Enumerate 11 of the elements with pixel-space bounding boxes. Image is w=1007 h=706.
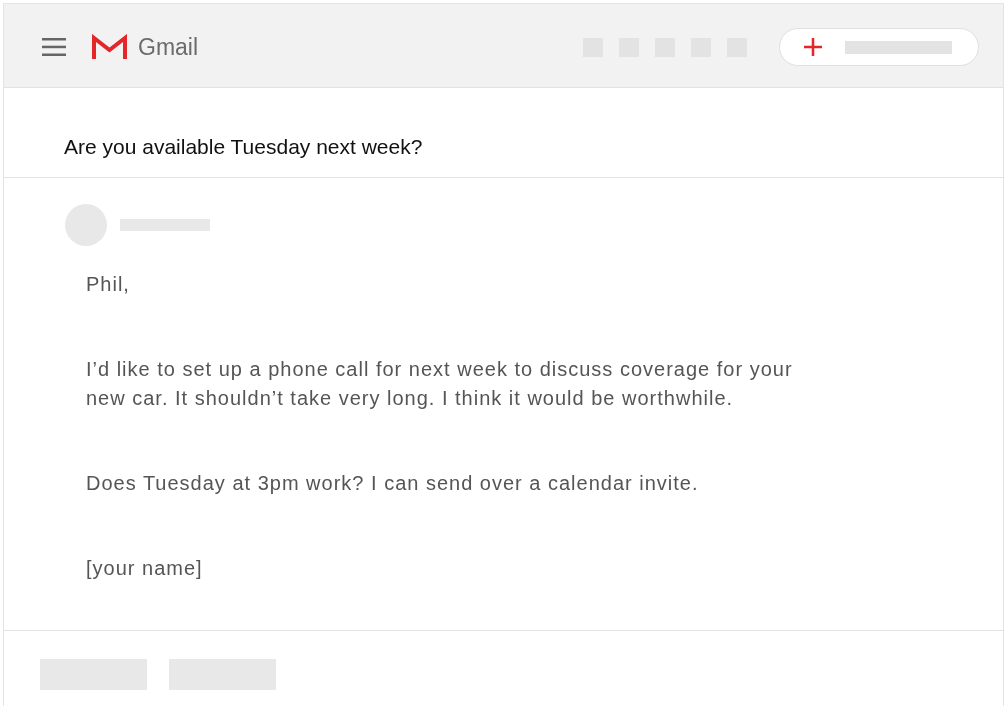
menu-icon[interactable]: [42, 38, 66, 56]
body-text-line: Phil,: [86, 272, 130, 297]
body-text-line: Does Tuesday at 3pm work? I can send over a calendar invite.: [86, 471, 699, 496]
envelope-logo-icon: [92, 34, 127, 60]
body-text-line: new car. It shouldn’t take very long. I think it would be worthwhile.: [86, 386, 734, 411]
app-name: Gmail: [138, 32, 199, 62]
email-subject: Are you available Tuesday next week?: [64, 133, 423, 160]
plus-icon: [804, 38, 822, 56]
body-text-line: I’d like to set up a phone call for next week to discuss coverage for your: [86, 357, 793, 382]
compose-button[interactable]: [779, 28, 979, 66]
body-text-line: [your name]: [86, 556, 203, 581]
